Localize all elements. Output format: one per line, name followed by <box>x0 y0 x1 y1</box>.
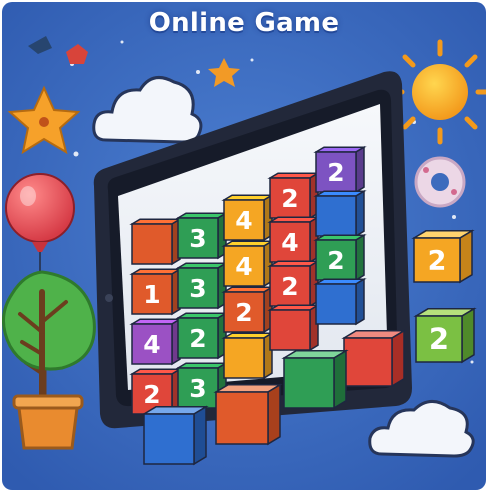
tile-label: 2 <box>429 322 449 356</box>
tile-label: 2 <box>428 246 447 277</box>
game-illustration: 342213444222223 22 Online Game <box>2 2 486 490</box>
floating-block: 2 <box>411 229 475 284</box>
board-tile: 3 <box>175 211 229 260</box>
board-tile <box>267 303 321 352</box>
board-tile: 2 <box>267 259 321 308</box>
tile-label: 1 <box>143 280 160 309</box>
board-tile: 2 <box>175 311 229 360</box>
tile-label: 4 <box>235 252 252 281</box>
tile-label: 2 <box>281 184 298 213</box>
board-tile: 4 <box>267 215 321 264</box>
page-title: Online Game <box>148 8 340 38</box>
tile-label: 3 <box>189 374 206 403</box>
board-tile: 1 <box>129 267 183 316</box>
tile-label: 4 <box>235 206 252 235</box>
board-tile: 2 <box>313 145 367 194</box>
board-tile: 4 <box>129 317 183 366</box>
board-tile: 2 <box>221 285 275 334</box>
tile-label: 2 <box>327 246 344 275</box>
donut-icon <box>414 156 466 208</box>
floating-block <box>341 329 407 388</box>
tile-label: 2 <box>189 324 206 353</box>
tile-label: 3 <box>189 274 206 303</box>
board-tile <box>221 331 275 380</box>
board-tile <box>313 189 367 238</box>
tile-label: 2 <box>327 158 344 187</box>
tile-label: 2 <box>281 272 298 301</box>
board-tile: 2 <box>313 233 367 282</box>
floating-block <box>281 349 349 410</box>
board-tile: 4 <box>221 193 275 242</box>
tile-label: 2 <box>235 298 252 327</box>
board-tile <box>129 217 183 266</box>
floating-block <box>213 383 283 446</box>
board-tile: 3 <box>175 261 229 310</box>
board-tile: 4 <box>221 239 275 288</box>
tile-label: 2 <box>143 380 160 409</box>
board-tile <box>313 277 367 326</box>
tile-label: 3 <box>189 224 206 253</box>
floating-block: 2 <box>413 307 477 364</box>
tile-label: 4 <box>281 228 298 257</box>
tile-label: 4 <box>143 330 160 359</box>
board-tile: 2 <box>267 171 321 220</box>
background: 34221 3444 22222 3 22 <box>2 2 486 490</box>
floating-block <box>141 405 209 466</box>
